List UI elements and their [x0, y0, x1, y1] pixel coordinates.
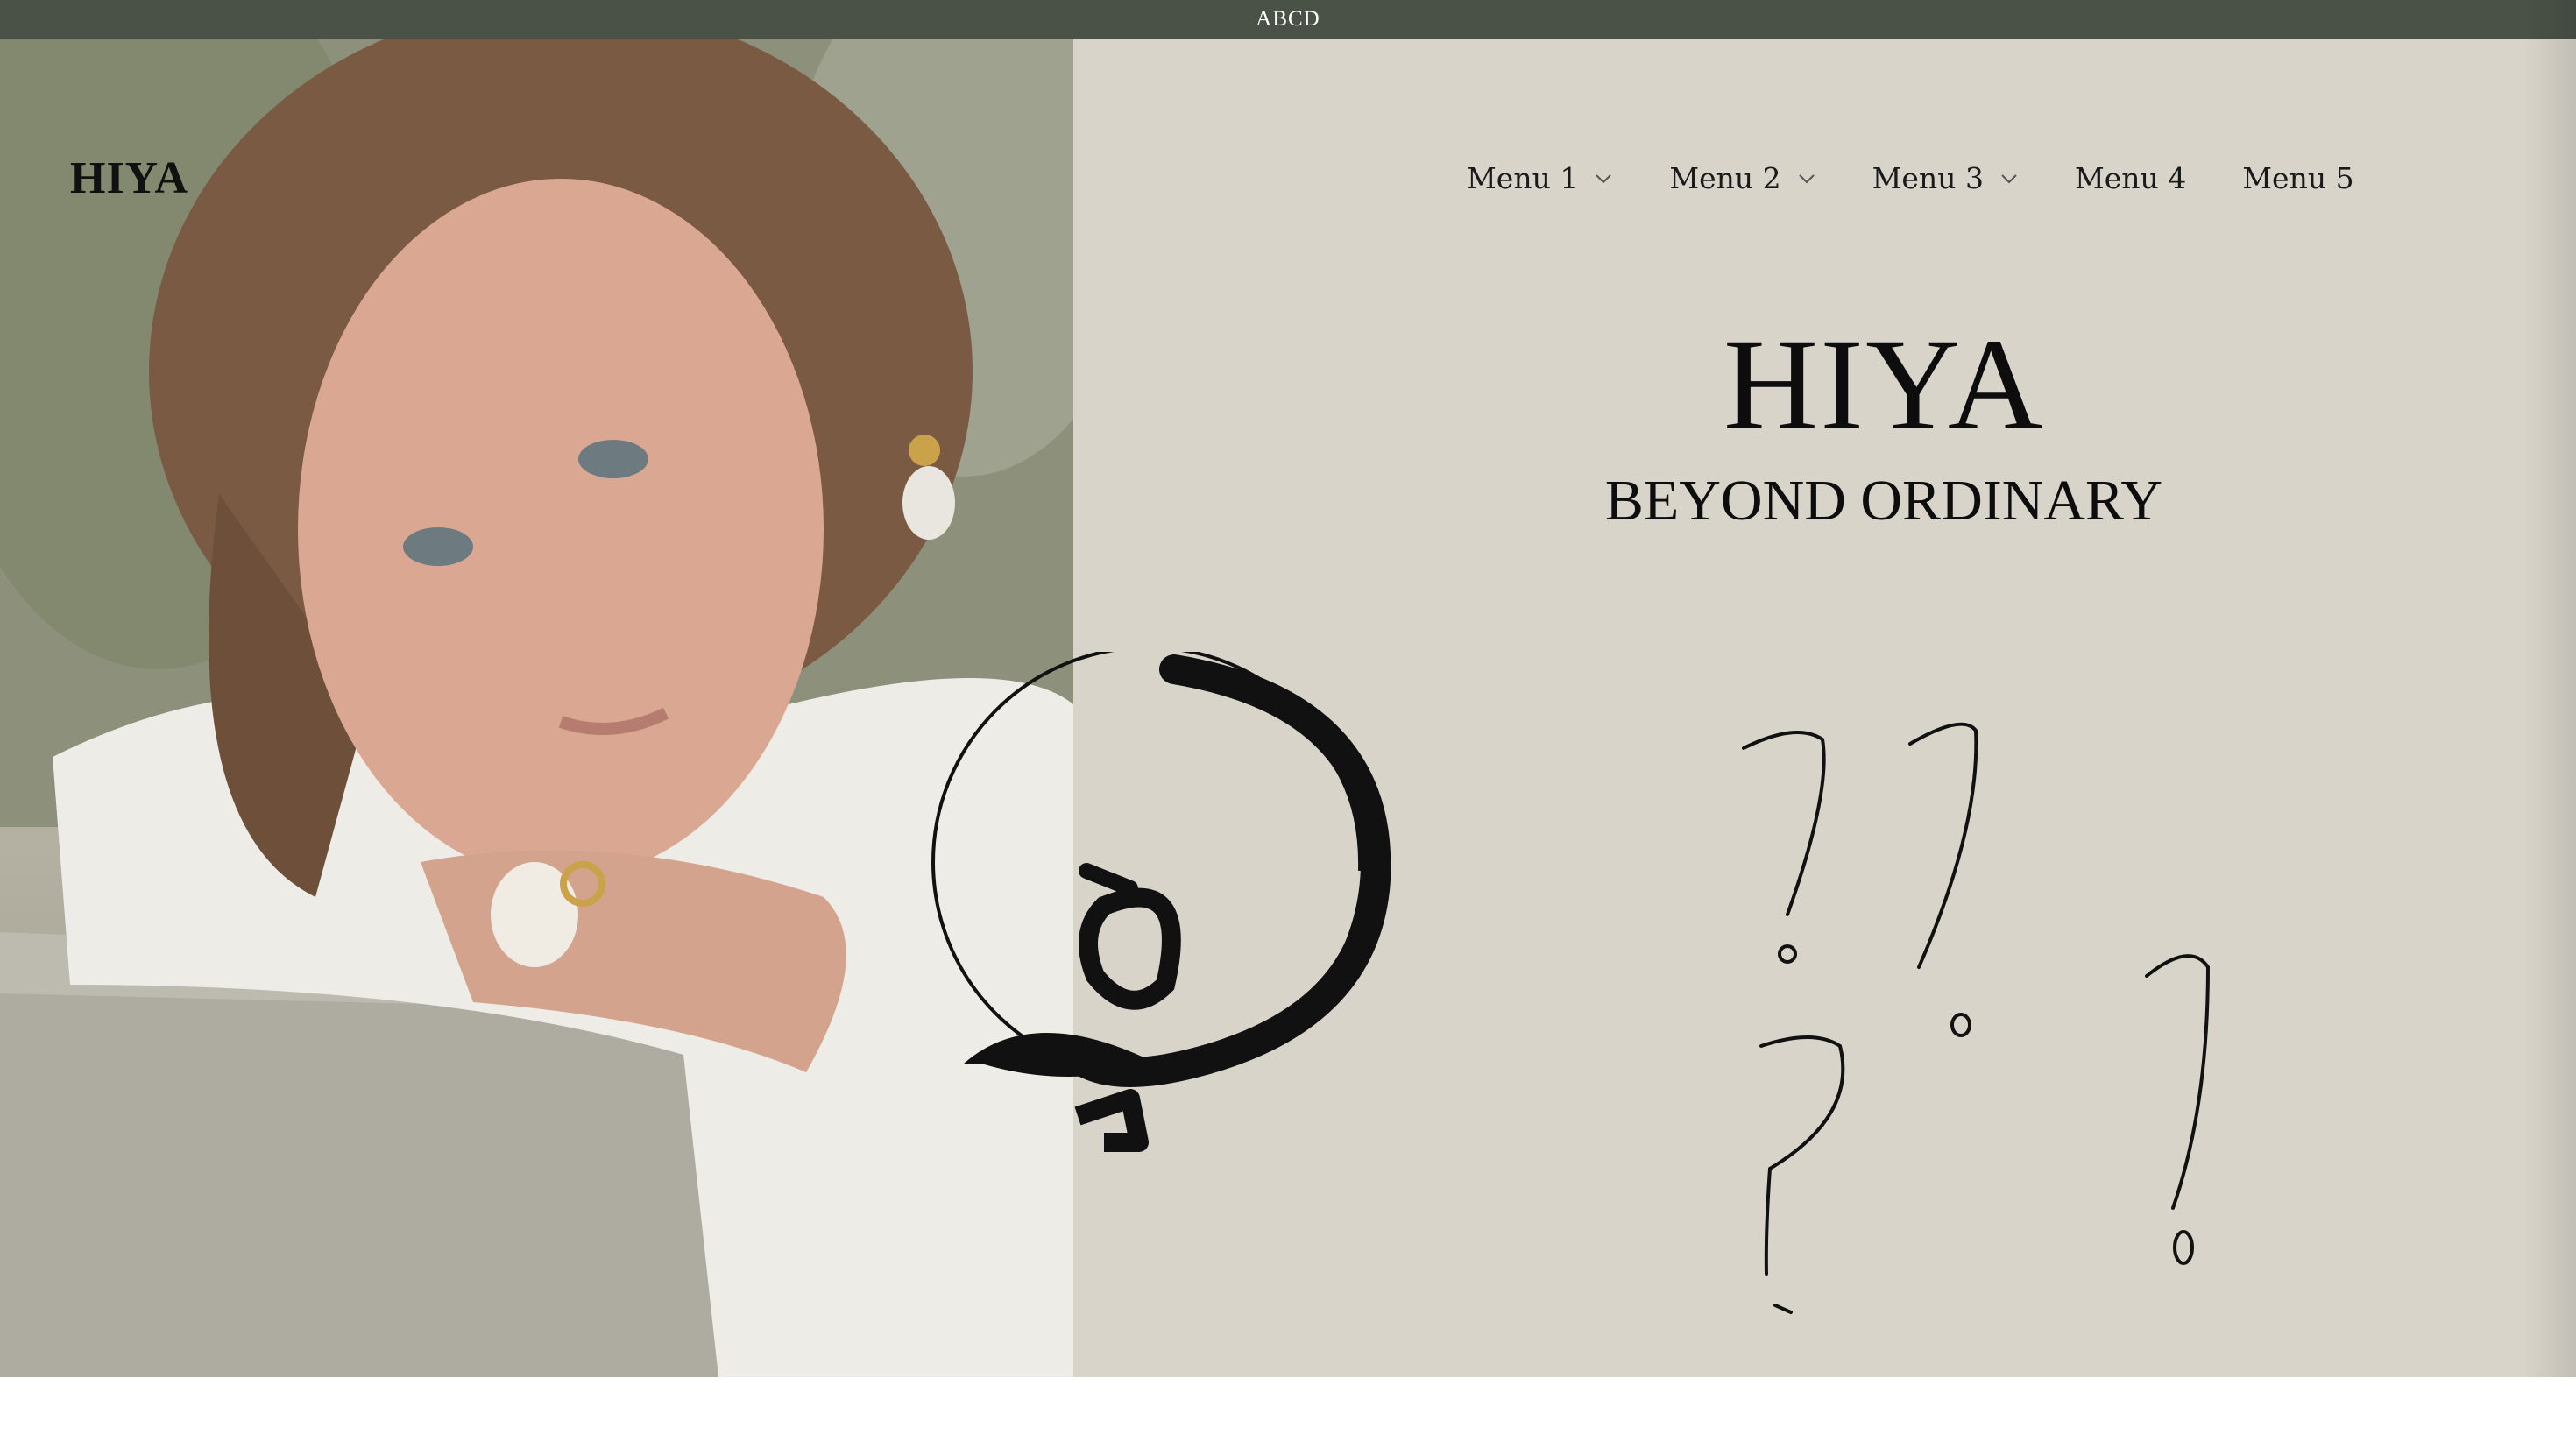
announcement-bar: ABCD [0, 0, 2576, 39]
nav-menu-1-label: Menu 1 [1467, 161, 1579, 195]
chevron-down-icon [1798, 173, 1815, 183]
hero-subtitle: BEYOND ORDINARY [1604, 469, 2163, 533]
question-mark-doodles-icon [1742, 722, 2211, 1314]
announcement-text: ABCD [1256, 7, 1320, 31]
nav-menu-2[interactable]: Menu 2 [1669, 161, 1815, 195]
main-nav: Menu 1 Menu 2 Menu 3 Menu 4 Menu 5 [1467, 161, 2410, 195]
nav-menu-3-label: Menu 3 [1872, 161, 1984, 195]
hero-title: HIYA [1723, 312, 2045, 457]
nav-menu-4-label: Menu 4 [2074, 161, 2187, 195]
site-logo[interactable]: HIYA [70, 152, 188, 204]
hero-section: HIYA Menu 1 Menu 2 Menu 3 Menu 4 Menu 5 … [0, 39, 2576, 1377]
chevron-down-icon [1596, 173, 1612, 183]
nav-menu-5[interactable]: Menu 5 [2242, 161, 2353, 195]
nav-menu-2-label: Menu 2 [1669, 161, 1781, 195]
calligraphy-emblem-icon [931, 652, 1391, 1152]
nav-menu-5-label: Menu 5 [2242, 161, 2354, 195]
nav-menu-4[interactable]: Menu 4 [2075, 161, 2186, 195]
nav-menu-3[interactable]: Menu 3 [1872, 161, 2019, 195]
content-below-hero [0, 1377, 2576, 1456]
portrait-photo [0, 39, 1073, 1377]
chevron-down-icon [2001, 173, 2017, 183]
nav-menu-1[interactable]: Menu 1 [1467, 161, 1613, 195]
hero-photo [0, 39, 1073, 1377]
